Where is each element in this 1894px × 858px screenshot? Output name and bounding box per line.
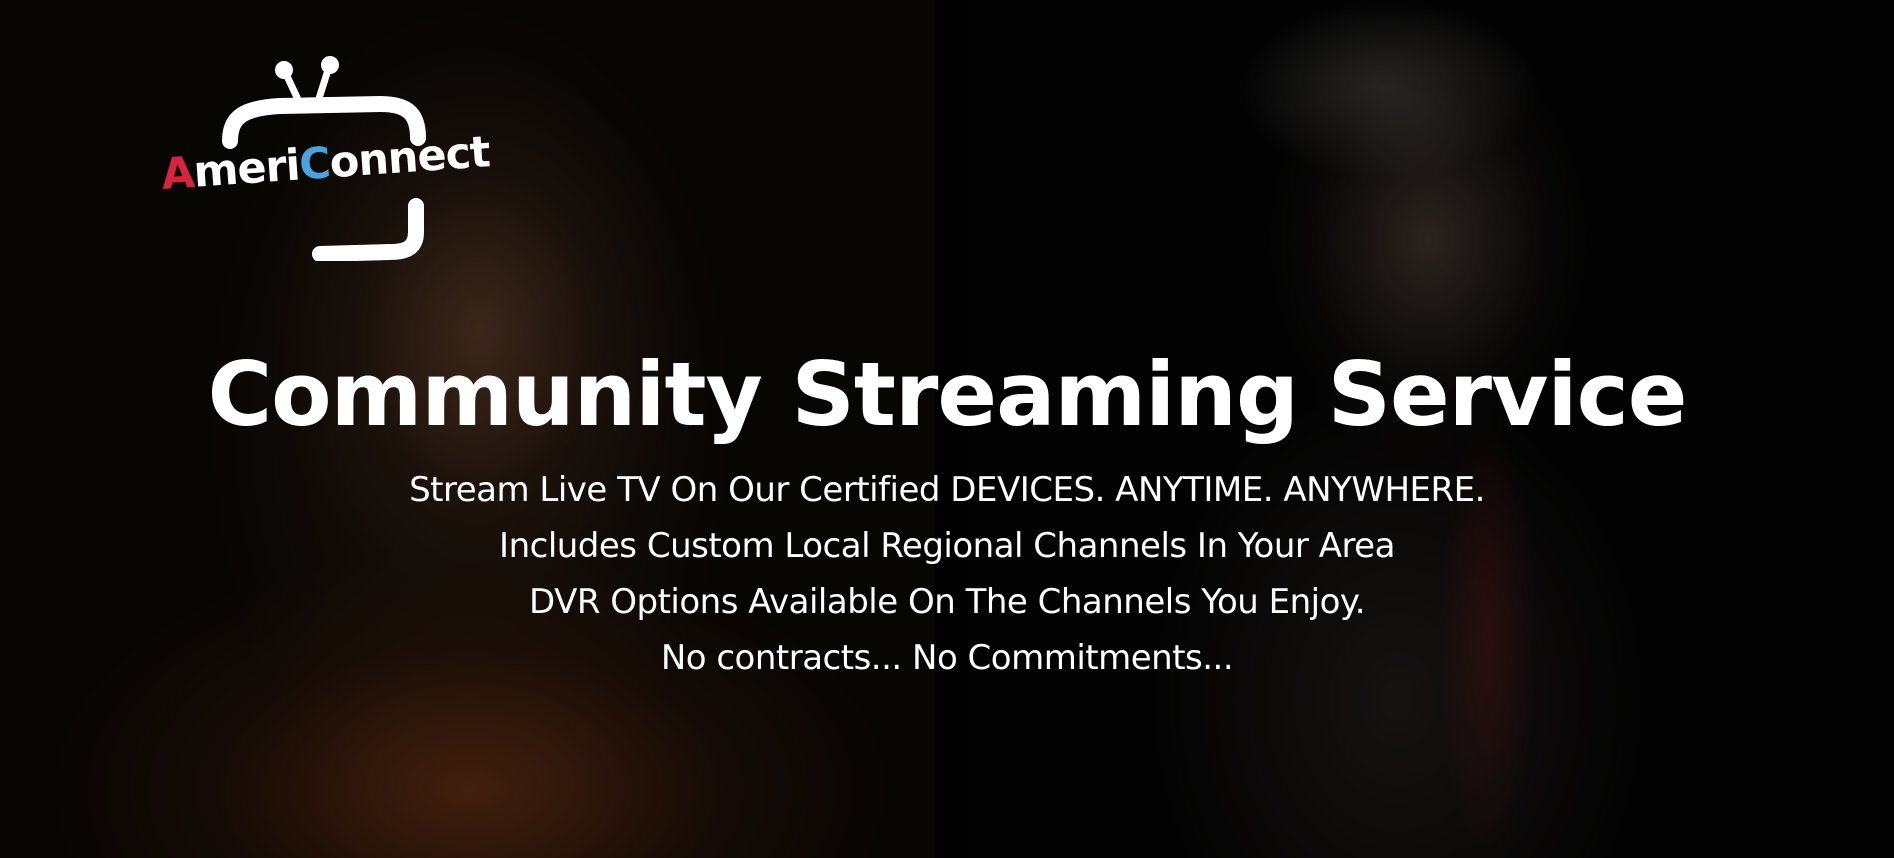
logo-letters-meri: meri <box>191 140 302 198</box>
feature-item-no-contracts: No contracts... No Commitments... <box>660 638 1234 678</box>
hero-headline: Community Streaming Service <box>207 343 1688 446</box>
feature-item-devices: Stream Live TV On Our Certified DEVICES.… <box>409 470 1485 510</box>
logo-letter-c: C <box>297 138 332 191</box>
feature-list: Stream Live TV On Our Certified DEVICES.… <box>0 462 1894 686</box>
feature-item-local-channels: Includes Custom Local Regional Channels … <box>499 526 1395 566</box>
americonnect-logo[interactable]: AmeriConnect <box>160 56 500 261</box>
feature-item-dvr: DVR Options Available On The Channels Yo… <box>528 582 1366 622</box>
hero-section: AmeriConnect Community Streaming Service… <box>0 0 1894 858</box>
logo-letter-a: A <box>159 147 196 200</box>
